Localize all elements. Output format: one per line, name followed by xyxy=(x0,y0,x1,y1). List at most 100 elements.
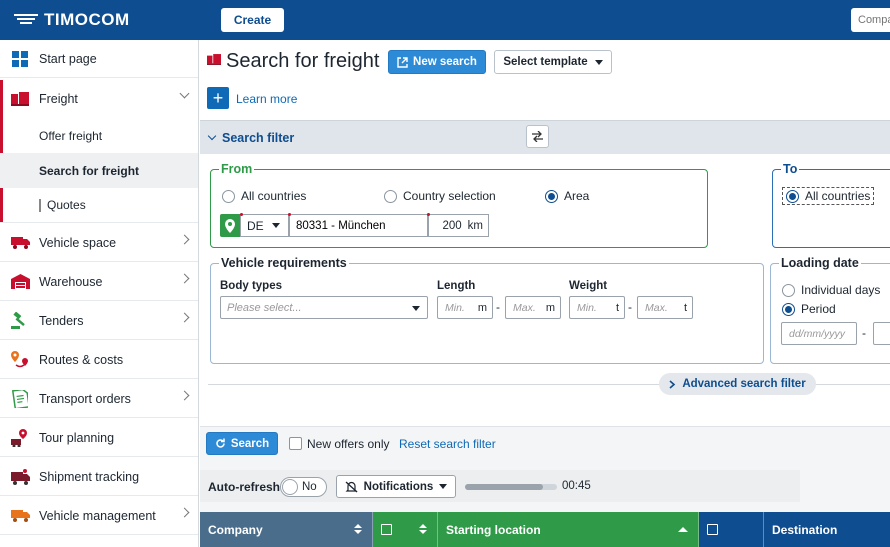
required-marker xyxy=(288,213,291,216)
radius-input[interactable]: 200 km xyxy=(428,214,489,237)
freight-icon xyxy=(207,54,221,68)
sidebar-item-vehicle-management[interactable]: Vehicle management xyxy=(0,497,198,535)
radio-label: All countries xyxy=(241,189,307,203)
to-legend: To xyxy=(783,162,798,176)
sort-icon xyxy=(354,524,362,536)
date-from-input[interactable]: dd/mm/yyyy xyxy=(781,322,857,345)
column-header-destination[interactable]: Destination xyxy=(764,512,890,547)
column-header-loading-date[interactable] xyxy=(373,512,438,547)
results-table-header: Company Starting location Destination xyxy=(200,512,890,547)
length-unit: m xyxy=(545,302,555,314)
sidebar-item-label: Tenders xyxy=(39,313,84,328)
sidebar-item-tour-planning[interactable]: Tour planning xyxy=(0,419,198,457)
refresh-icon xyxy=(216,438,225,448)
radio-label: Area xyxy=(564,189,590,203)
document-icon xyxy=(10,389,30,408)
chevron-right-icon xyxy=(179,312,190,323)
sidebar-item-vehicle-space[interactable]: Vehicle space xyxy=(0,224,198,262)
zip-city-input[interactable] xyxy=(289,214,428,237)
sidebar-sub-offer-freight[interactable]: Offer freight xyxy=(0,118,198,153)
company-search-input[interactable] xyxy=(851,8,890,32)
sidebar-item-shipment-tracking[interactable]: Shipment tracking xyxy=(0,458,198,496)
caret-down-icon xyxy=(439,484,448,489)
weight-unit: t xyxy=(615,302,619,314)
length-unit: m xyxy=(477,302,487,314)
sidebar-item-routes-costs[interactable]: Routes & costs xyxy=(0,341,198,379)
timocom-logo[interactable]: TIMOCOM xyxy=(14,8,130,32)
select-template-dropdown[interactable]: Select template xyxy=(494,50,612,74)
radio-label: Period xyxy=(801,302,836,316)
vehicle-requirements-legend: Vehicle requirements xyxy=(221,256,347,270)
top-bar: TIMOCOM Create xyxy=(0,0,890,40)
length-max-input[interactable]: Max. m xyxy=(505,296,561,319)
country-value: DE xyxy=(247,218,264,233)
sidebar-item-freight[interactable]: Freight xyxy=(0,80,198,118)
length-min-placeholder: Min. xyxy=(445,301,465,314)
weight-min-placeholder: Min. xyxy=(577,301,597,314)
advanced-search-filter-button[interactable]: Advanced search filter xyxy=(659,373,816,395)
new-offers-only-checkbox[interactable] xyxy=(289,437,302,450)
notifications-dropdown[interactable]: Notifications xyxy=(336,475,456,498)
swap-direction-button[interactable] xyxy=(526,125,549,148)
plus-icon[interactable]: + xyxy=(207,87,229,109)
column-label: Company xyxy=(208,522,263,537)
start-page-icon xyxy=(10,50,30,68)
radio-circle-selected xyxy=(782,302,795,316)
column-header-starting-location[interactable]: Starting location xyxy=(438,512,699,547)
from-country-selection-radio[interactable]: Country selection xyxy=(384,189,496,203)
period-radio[interactable]: Period xyxy=(782,302,836,316)
sidebar-item-transport-orders[interactable]: Transport orders xyxy=(0,380,198,418)
location-pin-icon xyxy=(220,214,240,237)
to-all-countries-radio[interactable]: All countries xyxy=(782,187,875,205)
advanced-search-label: Advanced search filter xyxy=(682,378,806,390)
radio-label: All countries xyxy=(805,189,871,203)
body-types-select[interactable]: Please select... xyxy=(220,296,428,319)
weight-max-input[interactable]: Max. t xyxy=(637,296,693,319)
radio-circle xyxy=(384,189,397,203)
reset-search-filter-link[interactable]: Reset search filter xyxy=(399,437,496,451)
new-search-button[interactable]: New search xyxy=(388,50,486,74)
new-offers-only-label: New offers only xyxy=(307,437,390,451)
search-actions-row xyxy=(200,426,890,466)
sidebar-item-tenders[interactable]: Tenders xyxy=(0,302,198,340)
create-button[interactable]: Create xyxy=(221,8,284,32)
range-dash: - xyxy=(496,300,500,314)
refresh-timer: 00:45 xyxy=(562,480,591,492)
sidebar-item-label: Shipment tracking xyxy=(39,469,140,484)
search-button[interactable]: Search xyxy=(206,432,278,455)
bell-off-icon xyxy=(345,481,358,492)
weight-min-input[interactable]: Min. t xyxy=(569,296,625,319)
caret-down-icon xyxy=(412,306,420,311)
sidebar-item-start-page[interactable]: Start page xyxy=(0,40,198,78)
date-to-input[interactable] xyxy=(873,322,890,345)
sidebar-sub-quotes[interactable]: Quotes xyxy=(0,188,198,223)
sidebar-item-label: Vehicle management xyxy=(39,508,156,523)
sidebar-item-label: Transport orders xyxy=(39,391,131,406)
required-marker xyxy=(240,213,243,216)
sidebar-item-warehouse[interactable]: Warehouse xyxy=(0,263,198,301)
column-header-company[interactable]: Company xyxy=(200,512,373,547)
from-area-radio[interactable]: Area xyxy=(545,189,589,203)
truck-icon xyxy=(10,234,30,252)
swap-icon xyxy=(532,131,543,142)
sidebar-sub-search-for-freight[interactable]: Search for freight xyxy=(0,153,198,188)
from-all-countries-radio[interactable]: All countries xyxy=(222,189,306,203)
required-marker xyxy=(427,213,430,216)
chevron-right-icon xyxy=(179,507,190,518)
length-min-input[interactable]: Min. m xyxy=(437,296,493,319)
caret-down-icon xyxy=(594,59,603,65)
sidebar-item-label: Start page xyxy=(39,51,97,66)
tracking-icon xyxy=(10,468,30,486)
column-header-unloading-date[interactable] xyxy=(699,512,764,547)
sort-icon xyxy=(419,524,427,536)
auto-refresh-toggle[interactable]: No xyxy=(280,477,327,497)
select-template-label: Select template xyxy=(503,56,588,68)
weight-max-placeholder: Max. xyxy=(645,301,668,314)
learn-more-link[interactable]: Learn more xyxy=(236,92,297,106)
quotes-marker-icon xyxy=(39,198,41,212)
individual-days-radio[interactable]: Individual days xyxy=(782,283,880,297)
radio-circle xyxy=(222,189,235,203)
gavel-icon xyxy=(10,312,30,330)
progress-fill xyxy=(465,484,544,490)
country-select[interactable]: DE xyxy=(240,214,289,237)
